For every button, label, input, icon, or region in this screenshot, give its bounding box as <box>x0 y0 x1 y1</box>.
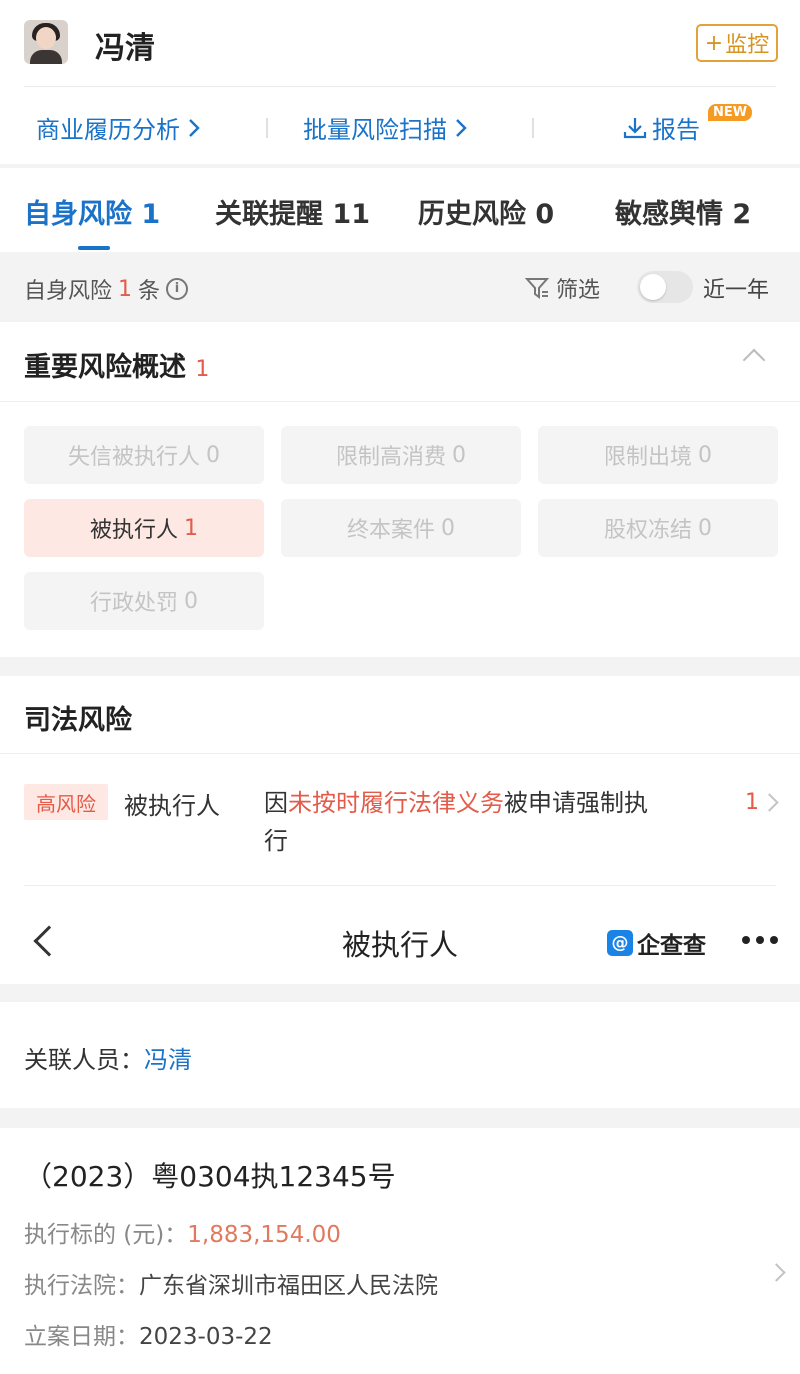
filter-icon <box>524 278 550 299</box>
tab-history-risk[interactable]: 历史风险 0 <box>418 192 554 231</box>
collapse-chevron-icon[interactable] <box>742 348 766 372</box>
summary-count: 1 <box>118 276 133 302</box>
related-label: 关联人员： <box>24 1046 144 1074</box>
business-history-link[interactable]: 商业履历分析 <box>36 110 200 145</box>
case-number: （2023）粤0304执12345号 <box>24 1160 396 1193</box>
tab-count: 11 <box>332 199 370 230</box>
chip-label: 被执行人 <box>89 518 178 543</box>
report-link[interactable]: 报告 <box>622 110 700 145</box>
divider <box>24 86 776 87</box>
filter-label: 筛选 <box>556 278 601 303</box>
case-amount-row: 执行标的 (元)：1,883,154.00 <box>24 1215 341 1249</box>
tab-label: 关联提醒 <box>215 199 323 230</box>
divider <box>24 885 776 886</box>
batch-scan-label: 批量风险扫描 <box>303 116 447 144</box>
chip-label: 限制高消费 <box>335 445 446 470</box>
new-badge: NEW <box>708 104 753 121</box>
desc-prefix: 因 <box>264 789 288 817</box>
chip-label: 终本案件 <box>346 518 435 543</box>
divider <box>532 118 534 138</box>
download-icon <box>623 117 647 138</box>
person-name: 冯清 <box>95 31 155 66</box>
business-history-label: 商业履历分析 <box>36 116 180 144</box>
section-gap <box>0 657 800 676</box>
filter-button[interactable]: 筛选 <box>524 272 600 304</box>
amount-value: 1,883,154.00 <box>187 1222 341 1248</box>
chip-count: 0 <box>441 515 455 541</box>
risk-type: 被执行人 <box>124 792 220 820</box>
one-year-toggle[interactable] <box>637 271 693 303</box>
chip-dishonest-executee[interactable]: 失信被执行人 0 <box>24 426 264 484</box>
section-gap <box>0 984 800 1002</box>
tab-label: 历史风险 <box>418 199 526 230</box>
chip-count: 1 <box>184 515 198 541</box>
chip-exit-restriction[interactable]: 限制出境 0 <box>538 426 778 484</box>
more-menu-button[interactable] <box>742 936 778 944</box>
chip-count: 0 <box>698 442 712 468</box>
brand-logo: @ 企查查 <box>607 926 706 960</box>
brand-name: 企查查 <box>637 933 706 959</box>
qichacha-logo-icon: @ <box>607 930 633 956</box>
section-gap <box>0 1108 800 1128</box>
chip-terminated-cases[interactable]: 终本案件 0 <box>281 499 521 557</box>
court-label: 执行法院： <box>24 1273 139 1299</box>
risk-item-count: 1 <box>745 790 759 815</box>
divider <box>0 401 800 402</box>
high-risk-badge: 高风险 <box>24 784 108 820</box>
tab-self-risk[interactable]: 自身风险 1 <box>24 192 160 231</box>
chip-executee[interactable]: 被执行人 1 <box>24 499 264 557</box>
date-label: 立案日期： <box>24 1324 139 1350</box>
plus-icon: + <box>704 30 724 56</box>
tab-count: 0 <box>535 199 555 230</box>
report-label: 报告 <box>652 116 700 144</box>
risk-count-summary: 自身风险 1 条 i <box>24 273 189 305</box>
chip-count: 0 <box>452 442 466 468</box>
summary-prefix: 自身风险 <box>24 279 113 304</box>
batch-scan-link[interactable]: 批量风险扫描 <box>303 110 467 145</box>
overview-title: 重要风险概述 1 <box>24 345 209 384</box>
monitor-button-label: 监控 <box>725 33 770 58</box>
chevron-right-icon <box>456 118 467 137</box>
court-value: 广东省深圳市福田区人民法院 <box>139 1273 438 1299</box>
divider <box>0 753 800 754</box>
chip-label: 限制出境 <box>603 445 692 470</box>
case-court-row: 执行法院：广东省深圳市福田区人民法院 <box>24 1266 438 1300</box>
judicial-title: 司法风险 <box>24 705 132 736</box>
section-gap <box>0 164 800 168</box>
summary-suffix: 条 <box>138 279 161 304</box>
chip-administrative-penalty[interactable]: 行政处罚 0 <box>24 572 264 630</box>
overview-title-text: 重要风险概述 <box>24 352 186 383</box>
chip-count: 0 <box>206 442 220 468</box>
desc-highlight: 未按时履行法律义务 <box>288 789 504 817</box>
chip-label: 失信被执行人 <box>67 445 200 470</box>
monitor-button[interactable]: + 监控 <box>696 24 778 62</box>
chip-count: 0 <box>698 515 712 541</box>
case-date-row: 立案日期：2023-03-22 <box>24 1317 273 1351</box>
related-person-link[interactable]: 冯清 <box>144 1046 192 1074</box>
active-tab-indicator <box>78 246 110 250</box>
chip-label: 股权冻结 <box>603 518 692 543</box>
chevron-right-icon[interactable] <box>760 793 779 812</box>
tab-count: 2 <box>732 199 752 230</box>
chip-count: 0 <box>184 588 198 614</box>
avatar[interactable] <box>24 20 68 64</box>
chip-consumption-limit[interactable]: 限制高消费 0 <box>281 426 521 484</box>
chevron-right-icon <box>189 118 200 137</box>
tab-label: 敏感舆情 <box>615 199 723 230</box>
related-person: 关联人员：冯清 <box>24 1040 192 1075</box>
amount-label: 执行标的 (元)： <box>24 1222 188 1248</box>
tab-sensitive-news[interactable]: 敏感舆情 2 <box>615 192 751 231</box>
overview-count: 1 <box>195 357 210 382</box>
one-year-label: 近一年 <box>703 278 770 303</box>
chip-equity-freeze[interactable]: 股权冻结 0 <box>538 499 778 557</box>
chevron-right-icon[interactable] <box>767 1263 786 1282</box>
divider <box>266 118 268 138</box>
tab-label: 自身风险 <box>24 199 132 230</box>
tab-related-alerts[interactable]: 关联提醒 11 <box>215 192 370 231</box>
chip-label: 行政处罚 <box>89 591 178 616</box>
date-value: 2023-03-22 <box>139 1324 273 1350</box>
info-icon[interactable]: i <box>166 278 189 300</box>
risk-description: 因未按时履行法律义务被申请强制执行 <box>264 784 664 860</box>
tab-count: 1 <box>141 199 161 230</box>
